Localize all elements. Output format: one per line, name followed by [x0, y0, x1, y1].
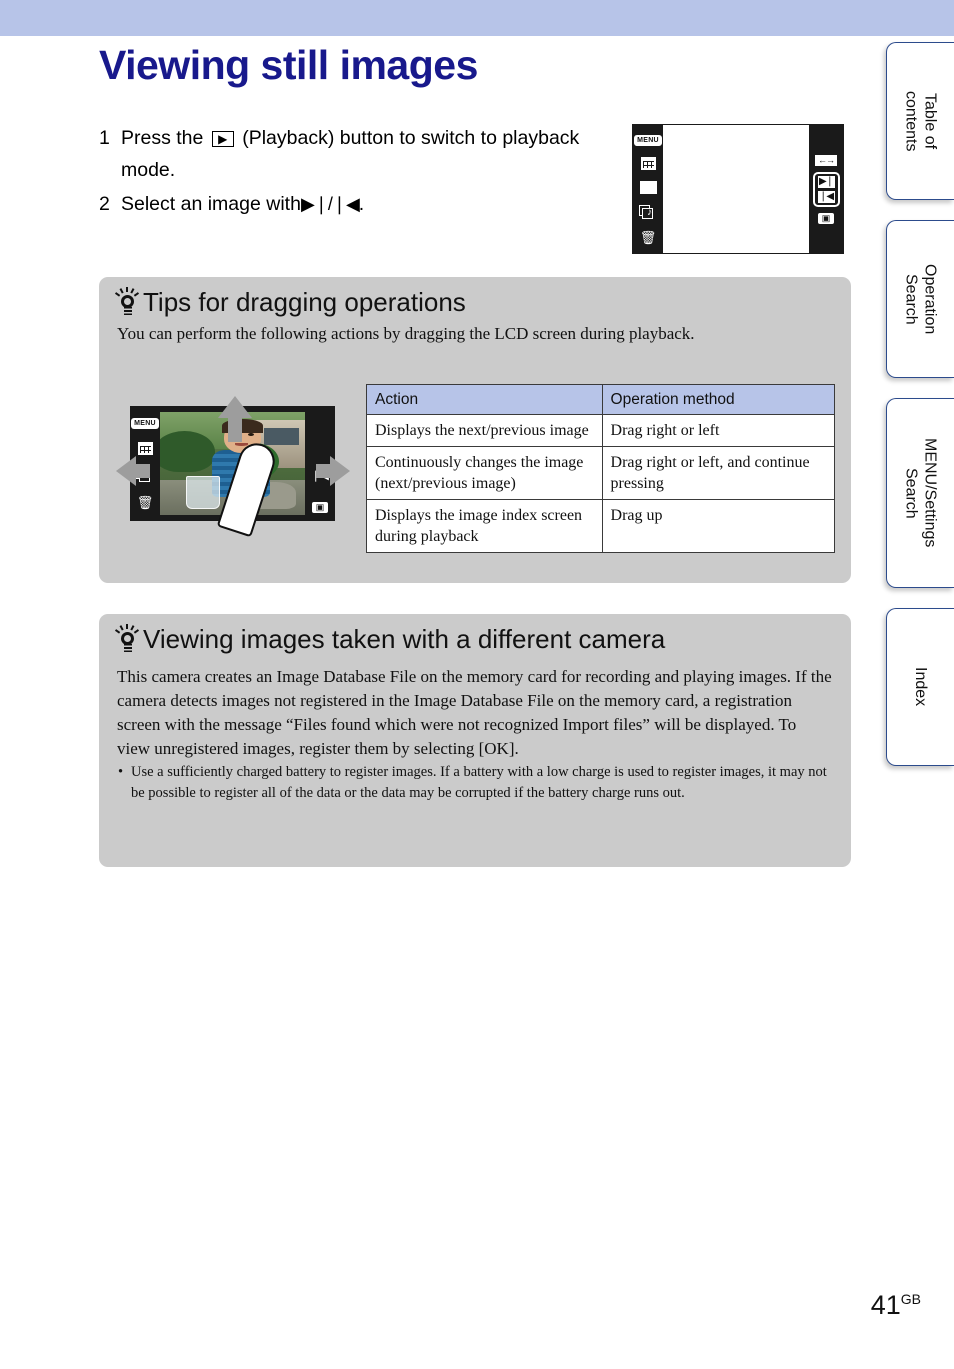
page-number: 41GB: [871, 1290, 921, 1321]
step-2: 2 Select an image with▶❘/❘◀.: [99, 188, 599, 220]
sidebar-item-index[interactable]: Index: [886, 608, 954, 766]
next-previous-glyph: ▶❘/❘◀: [300, 194, 360, 214]
sidebar-item-label: Index: [912, 667, 929, 707]
tips-different-camera-panel: Viewing images taken with a different ca…: [99, 614, 851, 867]
cell-action: Displays the next/previous image: [366, 414, 603, 447]
tips-different-camera-heading-text: Viewing images taken with a different ca…: [143, 623, 666, 654]
sidebar-item-label: Table of contents: [902, 90, 939, 152]
lightbulb-icon: [113, 286, 143, 318]
tips-different-camera-heading: Viewing images taken with a different ca…: [99, 614, 851, 655]
drag-arrow-left-tail: [134, 464, 150, 478]
slideshow-icon[interactable]: ♪: [639, 204, 657, 220]
trash-icon[interactable]: 🗑: [640, 231, 657, 244]
calendar-icon[interactable]: [137, 441, 153, 455]
top-band: [0, 0, 954, 36]
step-1: 1 Press the ▶ (Playback) button to switc…: [99, 122, 599, 186]
region-code: GB: [900, 1291, 921, 1307]
trash-icon[interactable]: 🗑: [137, 496, 154, 509]
cell-action: Displays the image index screen during p…: [366, 499, 603, 553]
drag-arrow-left-icon: [116, 456, 136, 486]
tips-dragging-heading: Tips for dragging operations: [99, 277, 851, 318]
next-image-button[interactable]: ▶❘: [817, 176, 835, 188]
drag-arrow-right-icon: [330, 456, 350, 486]
step-2-text-before: Select an image with: [121, 193, 301, 215]
cell-method: Drag right or left, and continue pressin…: [601, 446, 836, 500]
table-row: Displays the next/previous image Drag ri…: [366, 414, 836, 447]
sidebar-item-operation-search[interactable]: Operation Search: [886, 220, 954, 378]
lcd-left-toolbar: MENU ♪ 🗑: [633, 125, 663, 253]
column-header-action: Action: [366, 384, 603, 415]
step-1-text-before: Press the: [121, 127, 204, 149]
drag-operations-table: Action Operation method Displays the nex…: [366, 384, 836, 553]
table-header-row: Action Operation method: [366, 384, 836, 415]
drag-arrow-up-tail: [228, 416, 242, 442]
sidebar-item-label: Operation Search: [902, 263, 939, 335]
sidebar-item-label: MENU/Settings Search: [902, 438, 939, 548]
index-grid-icon[interactable]: [639, 180, 657, 194]
drag-illustration: MENU ♪ 🗑 ❘◀ ▣: [116, 396, 350, 538]
lcd-screen-mockup: MENU ♪ 🗑 ←→ ▶❘ ❘◀ ▣: [632, 124, 844, 254]
camera-mode-icon[interactable]: ▣: [817, 213, 835, 224]
cell-action: Continuously changes the image (next/pre…: [366, 446, 603, 500]
step-1-number: 1: [99, 127, 110, 149]
page-number-value: 41: [870, 1290, 901, 1320]
left-right-drag-icon: ←→: [815, 155, 837, 166]
cell-method: Drag up: [601, 499, 836, 553]
lightbulb-icon: [113, 623, 143, 655]
step-2-number: 2: [99, 193, 110, 215]
step-2-text-after: .: [358, 193, 365, 215]
camera-mode-icon[interactable]: ▣: [311, 502, 329, 513]
sidebar-item-menu-settings-search[interactable]: MENU/Settings Search: [886, 398, 954, 588]
table-row: Displays the image index screen during p…: [366, 499, 836, 553]
calendar-icon[interactable]: [640, 156, 656, 170]
tips-dragging-intro: You can perform the following actions by…: [117, 324, 695, 343]
menu-icon[interactable]: MENU: [131, 417, 159, 429]
tips-different-camera-paragraph: This camera creates an Image Database Fi…: [117, 667, 832, 758]
list-item: Use a sufficiently charged battery to re…: [117, 762, 833, 804]
playback-button-glyph: ▶: [211, 131, 234, 147]
step-1-text: Press the ▶ (Playback) button to switch …: [121, 122, 599, 186]
image-nav-buttons: ▶❘ ❘◀: [812, 172, 840, 207]
column-header-operation-method: Operation method: [601, 384, 836, 415]
step-2-text: Select an image with▶❘/❘◀.: [121, 188, 599, 220]
tips-dragging-heading-text: Tips for dragging operations: [143, 286, 466, 317]
tips-different-camera-bullets: Use a sufficiently charged battery to re…: [99, 761, 851, 804]
drag-arrow-up-icon: [218, 396, 252, 418]
lcd-right-toolbar: ←→ ▶❘ ❘◀ ▣: [809, 125, 843, 253]
previous-image-button[interactable]: ❘◀: [817, 191, 835, 203]
table-row: Continuously changes the image (next/pre…: [366, 446, 836, 500]
page-title: Viewing still images: [99, 42, 478, 88]
menu-icon[interactable]: MENU: [634, 134, 662, 146]
steps-list: 1 Press the ▶ (Playback) button to switc…: [99, 122, 599, 222]
cell-method: Drag right or left: [601, 414, 836, 447]
sidebar-item-table-of-contents[interactable]: Table of contents: [886, 42, 954, 200]
